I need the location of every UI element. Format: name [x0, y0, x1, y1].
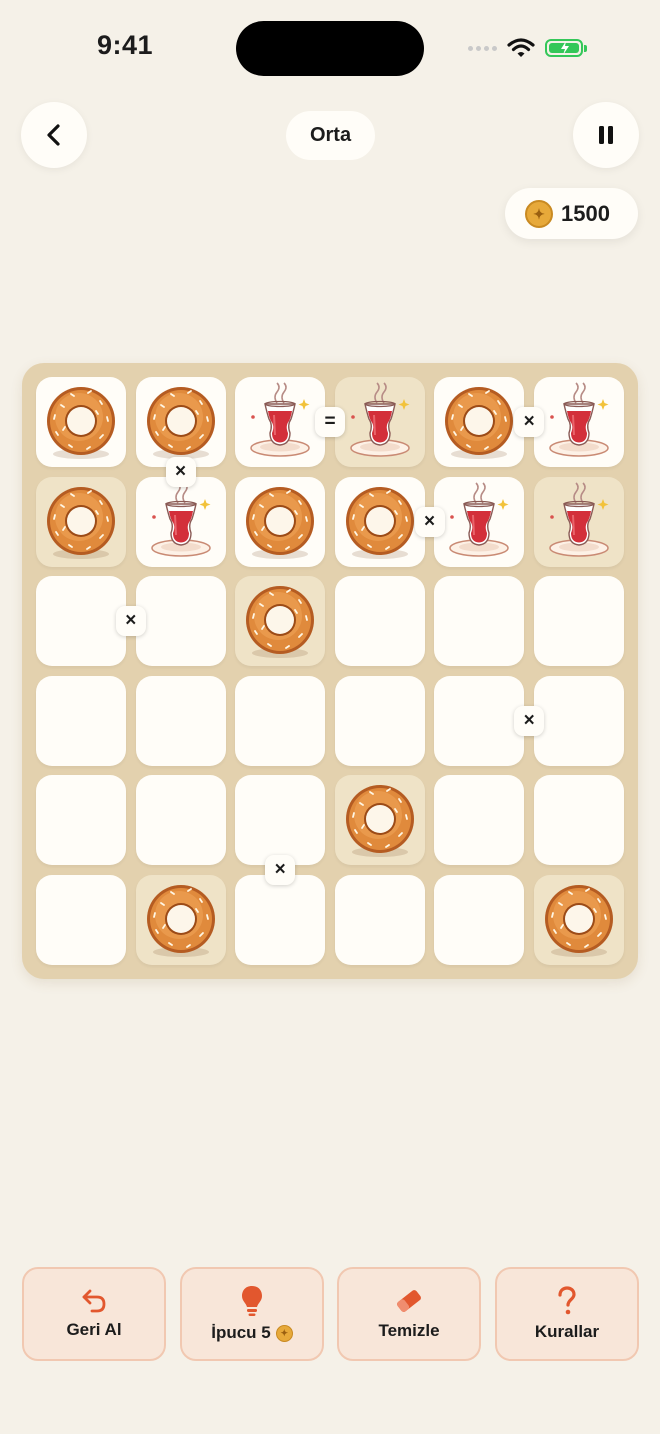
- grid-cell[interactable]: [135, 675, 226, 766]
- grid-cell[interactable]: [534, 775, 624, 866]
- grid-cell[interactable]: [235, 775, 326, 866]
- coin-icon: [525, 199, 553, 228]
- hint-label-row: İpucu 5: [211, 1323, 293, 1343]
- grid-cell: [36, 476, 126, 567]
- grid-cell[interactable]: [36, 675, 126, 766]
- simit-icon: [445, 387, 514, 459]
- grid-cell[interactable]: [334, 875, 425, 965]
- simit-icon: [246, 586, 315, 659]
- grid-cell[interactable]: [135, 377, 226, 467]
- tea-glass-icon: [449, 482, 510, 557]
- grid-cell[interactable]: [135, 775, 226, 866]
- grid-cell[interactable]: [334, 675, 425, 766]
- tea-glass-icon: [549, 482, 609, 557]
- tea-glass-icon: [150, 482, 211, 557]
- grid-cell[interactable]: [235, 875, 326, 965]
- status-icons: [468, 34, 587, 62]
- grid-cell[interactable]: [434, 675, 525, 766]
- equal-constraint: =: [315, 407, 345, 437]
- hint-label: İpucu 5: [211, 1323, 271, 1342]
- grid-cell: [334, 775, 425, 866]
- simit-icon: [246, 486, 315, 559]
- rules-button[interactable]: Kurallar: [495, 1267, 639, 1361]
- grid-cell[interactable]: [434, 576, 525, 667]
- grid-cell[interactable]: [434, 476, 525, 567]
- question-icon: [558, 1286, 576, 1315]
- grid-cell[interactable]: [36, 377, 126, 467]
- pause-icon: [599, 126, 613, 144]
- coin-amount: 1500: [561, 200, 610, 226]
- tea-glass-icon: [250, 382, 310, 457]
- grid-cell[interactable]: [135, 576, 226, 667]
- grid-cell[interactable]: [434, 875, 525, 965]
- grid-cell[interactable]: [135, 476, 226, 567]
- grid-cell: [534, 875, 624, 965]
- simit-icon: [47, 486, 115, 559]
- grid-cell[interactable]: [434, 775, 525, 866]
- opposite-constraint: ×: [115, 606, 146, 637]
- simit-icon: [545, 885, 613, 957]
- undo-label: Geri Al: [66, 1320, 122, 1339]
- lightbulb-icon: [242, 1286, 262, 1316]
- grid-cell[interactable]: [534, 576, 624, 667]
- battery-icon: [545, 39, 587, 57]
- grid-cell[interactable]: [534, 675, 624, 766]
- simit-icon: [345, 785, 414, 858]
- wifi-icon: [507, 38, 535, 57]
- grid-cell[interactable]: [534, 377, 624, 467]
- pause-button[interactable]: [573, 102, 639, 168]
- undo-icon: [82, 1289, 106, 1313]
- opposite-constraint: ×: [514, 705, 545, 736]
- grid-cell: [135, 875, 226, 965]
- cellular-signal-icon: [468, 45, 497, 51]
- chevron-left-icon: [47, 124, 60, 146]
- grid-cell[interactable]: [235, 476, 326, 567]
- grid-cell[interactable]: [36, 875, 126, 965]
- back-button[interactable]: [21, 102, 87, 168]
- coin-icon: [275, 1324, 293, 1342]
- undo-button[interactable]: Geri Al: [22, 1267, 166, 1361]
- grid-cell[interactable]: [334, 576, 425, 667]
- eraser-icon: [397, 1290, 421, 1312]
- grid-cell[interactable]: [36, 576, 126, 667]
- grid-cell[interactable]: [235, 377, 326, 467]
- dynamic-island: [236, 21, 424, 76]
- opposite-constraint: ×: [514, 407, 545, 437]
- grid-cell[interactable]: [36, 775, 126, 866]
- opposite-constraint: ×: [414, 506, 445, 537]
- grid-cell: [334, 377, 425, 467]
- opposite-constraint: ×: [265, 855, 296, 886]
- grid-cell[interactable]: [434, 377, 525, 467]
- simit-icon: [146, 885, 215, 957]
- hint-button[interactable]: İpucu 5: [180, 1267, 324, 1361]
- clear-label: Temizle: [378, 1321, 440, 1340]
- simit-icon: [146, 387, 215, 459]
- status-time: 9:41: [97, 30, 154, 60]
- clear-button[interactable]: Temizle: [337, 1267, 481, 1361]
- rules-label: Kurallar: [534, 1322, 600, 1341]
- opposite-constraint: ×: [165, 456, 196, 487]
- grid-cell[interactable]: [235, 675, 326, 766]
- simit-icon: [47, 387, 115, 459]
- difficulty-title: Orta: [286, 111, 375, 160]
- grid-cell[interactable]: [334, 476, 425, 567]
- simit-icon: [345, 486, 414, 559]
- tea-glass-icon: [350, 382, 410, 457]
- grid-cell: [235, 576, 326, 667]
- tea-glass-icon: [549, 382, 609, 457]
- puzzle-board: = × × × × × ×: [22, 363, 638, 979]
- coin-balance: 1500: [505, 188, 638, 239]
- grid-cell: [534, 476, 624, 567]
